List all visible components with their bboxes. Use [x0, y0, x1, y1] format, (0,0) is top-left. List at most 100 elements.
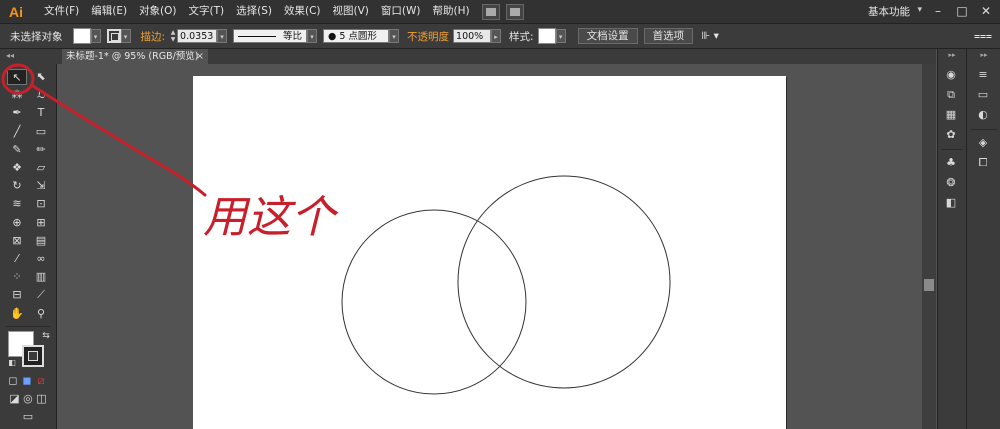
divider [970, 129, 998, 130]
chevron-down-icon[interactable]: ▾ [389, 29, 400, 43]
chevron-down-icon[interactable]: ▾ [120, 29, 131, 43]
artboards-panel-icon[interactable]: ⧠ [973, 155, 993, 171]
document-tab-bar: 未标题-1* @ 95% (RGB/预览) × [56, 49, 936, 64]
screen-mode-icon[interactable]: ▭ [16, 409, 40, 425]
symbol-sprayer-tool-icon[interactable]: ⁘ [7, 269, 27, 285]
menu-file[interactable]: 文件(F) [38, 0, 85, 23]
paintbrush-tool-icon[interactable]: ✎ [7, 142, 27, 158]
zoom-tool-icon[interactable]: ⚲ [31, 306, 51, 322]
brushes-panel-icon[interactable]: ✿ [941, 127, 961, 143]
menu-view[interactable]: 视图(V) [327, 0, 375, 23]
pencil-tool-icon[interactable]: ✏ [31, 142, 51, 158]
stroke-style-label: 等比 [283, 31, 303, 42]
close-window-button[interactable]: ✕ [974, 2, 998, 20]
color-mode-icon[interactable]: ◻ [6, 373, 20, 389]
chevron-down-icon[interactable]: ▾ [307, 29, 318, 43]
free-transform-tool-icon[interactable]: ⊡ [31, 196, 51, 212]
variable-width-profile[interactable]: 等比 [233, 29, 308, 43]
warp-tool-icon[interactable]: ≋ [7, 196, 27, 212]
workspace-switcher[interactable]: 基本功能 [868, 4, 910, 19]
lasso-tool-icon[interactable]: ℒ [31, 87, 51, 103]
shape-builder-tool-icon[interactable]: ⊕ [7, 215, 27, 231]
stroke-panel-icon[interactable]: ≡ [973, 67, 993, 83]
tools-panel: ◂◂ ↖ ⬉ ⁂ ℒ ✒ T ╱ ▭ ✎ ✏ ❖ ▱ ↻ ⇲ ≋ ⊡ ⊕ ⊞ ⊠ ▤ ⁄ ∞ ⁘ ▥ ⊟ ⟋ ✋ ⚲ ⇆ ◧ ◻ ◼ … [0, 49, 57, 429]
preferences-button[interactable]: 首选项 [643, 28, 694, 44]
maximize-button[interactable]: □ [950, 2, 974, 20]
color-panel-icon[interactable]: ◉ [941, 67, 961, 83]
chevron-down-icon[interactable]: ▾ [917, 5, 922, 15]
graphic-styles-panel-icon[interactable]: ❂ [941, 175, 961, 191]
opacity-label[interactable]: 不透明度 [407, 29, 449, 44]
eraser-tool-icon[interactable]: ▱ [31, 160, 51, 176]
layers-panel-icon[interactable]: ◈ [973, 135, 993, 151]
stroke-label[interactable]: 描边: [141, 29, 166, 44]
artboard[interactable] [193, 76, 786, 429]
brush-definition[interactable]: ● 5 点圆形 [323, 29, 390, 43]
color-guide-panel-icon[interactable]: ⧉ [941, 87, 961, 103]
illustrator-logo: Ai [9, 3, 23, 20]
perspective-grid-tool-icon[interactable]: ⊞ [31, 215, 51, 231]
menu-effect[interactable]: 效果(C) [278, 0, 327, 23]
pen-tool-icon[interactable]: ✒ [7, 105, 27, 121]
blob-brush-tool-icon[interactable]: ❖ [7, 160, 27, 176]
menu-window[interactable]: 窗口(W) [375, 0, 427, 23]
swatches-panel-icon[interactable]: ▦ [941, 107, 961, 123]
gradient-panel-icon[interactable]: ▭ [973, 87, 993, 103]
close-icon[interactable]: × [196, 49, 204, 64]
collapse-icon[interactable]: ◂◂ [6, 51, 14, 60]
stroke-weight-spinner[interactable]: ▲ ▼ [169, 29, 177, 43]
mesh-tool-icon[interactable]: ⊠ [7, 233, 27, 249]
expand-icon[interactable]: ▸▸ [973, 51, 995, 59]
control-bar: 未选择对象 ▾ ▾ 描边: ▲ ▼ 0.0353 ▾ 等比 ▾ ● 5 点圆形 ▾… [0, 24, 1000, 49]
bridge-button[interactable] [481, 3, 500, 20]
transparency-panel-icon[interactable]: ◐ [973, 107, 993, 123]
eyedropper-tool-icon[interactable]: ⁄ [7, 251, 27, 267]
rotate-tool-icon[interactable]: ↻ [7, 178, 27, 194]
none-mode-icon[interactable]: ⧄ [34, 373, 48, 389]
chevron-down-icon[interactable]: ▾ [555, 29, 566, 43]
magic-wand-tool-icon[interactable]: ⁂ [7, 87, 27, 103]
slice-tool-icon[interactable]: ⟋ [31, 287, 51, 303]
document-tab-title: 未标题-1* @ 95% (RGB/预览) [66, 51, 199, 62]
graphic-style-picker[interactable] [537, 28, 556, 44]
panel-menu-icon[interactable]: ⩶ [974, 30, 992, 43]
document-setup-button[interactable]: 文档设置 [577, 28, 638, 44]
scale-tool-icon[interactable]: ⇲ [31, 178, 51, 194]
rectangle-tool-icon[interactable]: ▭ [31, 124, 51, 140]
artboard-tool-icon[interactable]: ⊟ [7, 287, 27, 303]
column-graph-tool-icon[interactable]: ▥ [31, 269, 51, 285]
chevron-down-icon[interactable]: ▾ [90, 29, 101, 43]
minimize-button[interactable]: – [926, 2, 950, 20]
expand-icon[interactable]: ▸▸ [941, 51, 963, 59]
line-tool-icon[interactable]: ╱ [7, 124, 27, 140]
chevron-right-icon[interactable]: ▸ [491, 29, 502, 43]
selection-tool-icon[interactable]: ↖ [7, 69, 27, 85]
menu-select[interactable]: 选择(S) [230, 0, 278, 23]
fill-color-picker[interactable] [72, 28, 91, 44]
drawing-modes-icon[interactable]: ◪ ◎ ◫ [6, 391, 50, 407]
default-colors-icon[interactable]: ◧ [2, 355, 22, 371]
swap-fill-stroke-icon[interactable]: ⇆ [36, 328, 56, 344]
align-options-icon[interactable]: ⊪ ▾ [701, 30, 719, 42]
opacity-field[interactable]: 100% [453, 29, 492, 43]
hand-tool-icon[interactable]: ✋ [7, 306, 27, 322]
vertical-scrollbar[interactable] [922, 64, 936, 429]
appearance-panel-icon[interactable]: ◧ [941, 195, 961, 211]
scrollbar-thumb[interactable] [924, 279, 934, 291]
type-tool-icon[interactable]: T [31, 105, 51, 121]
stroke-swatch[interactable] [22, 345, 44, 367]
arrange-documents-button[interactable] [505, 3, 524, 20]
gradient-tool-icon[interactable]: ▤ [31, 233, 51, 249]
menu-help[interactable]: 帮助(H) [427, 0, 476, 23]
blend-tool-icon[interactable]: ∞ [31, 251, 51, 267]
menu-type[interactable]: 文字(T) [183, 0, 231, 23]
chevron-down-icon[interactable]: ▾ [217, 29, 228, 43]
stroke-color-picker[interactable] [106, 29, 121, 43]
menu-object[interactable]: 对象(O) [133, 0, 182, 23]
gradient-mode-icon[interactable]: ◼ [20, 373, 34, 389]
menu-edit[interactable]: 编辑(E) [85, 0, 133, 23]
document-tab[interactable]: 未标题-1* @ 95% (RGB/预览) × [62, 49, 208, 64]
direct-selection-tool-icon[interactable]: ⬉ [31, 69, 51, 85]
symbols-panel-icon[interactable]: ♣ [941, 155, 961, 171]
stroke-weight-field[interactable]: 0.0353 [177, 29, 218, 43]
